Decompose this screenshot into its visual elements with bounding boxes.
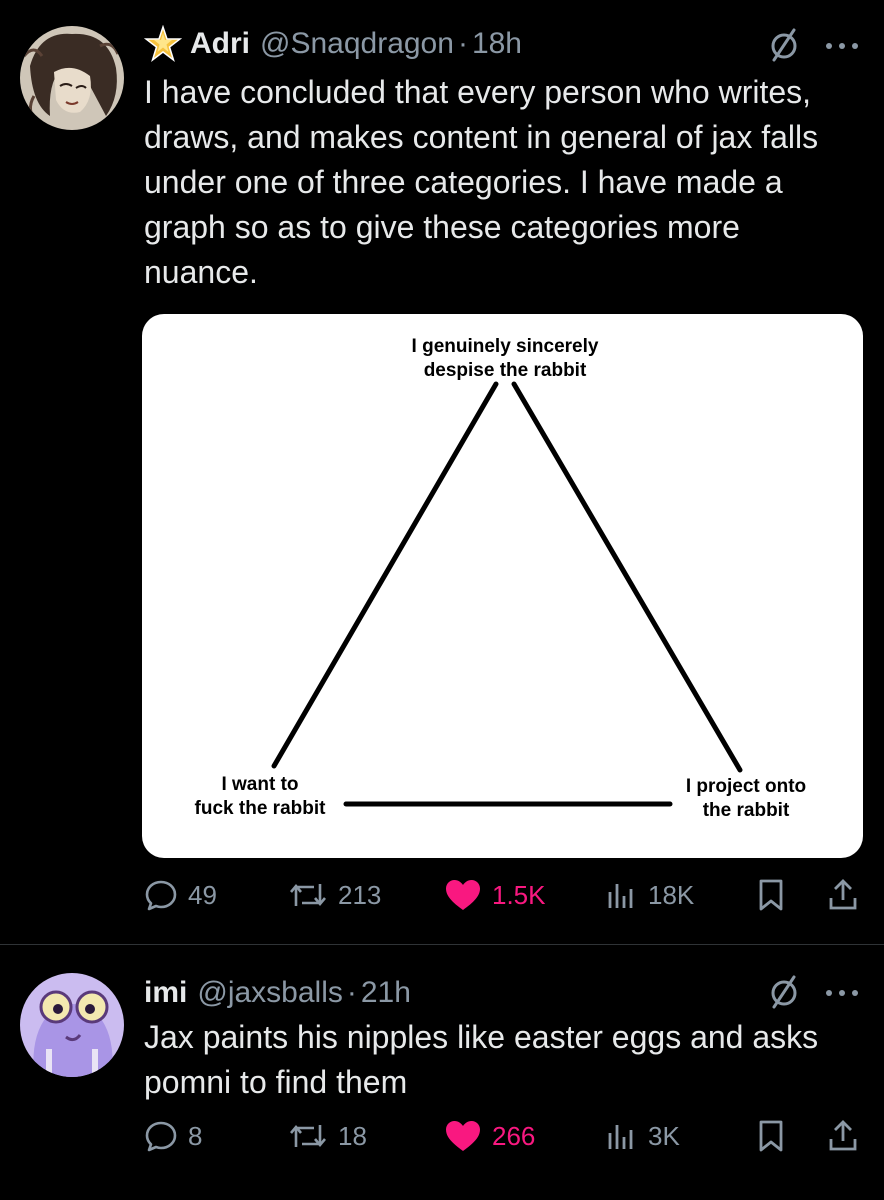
like-button[interactable]: 266 (444, 1119, 535, 1153)
heart-icon (446, 1121, 480, 1151)
bookmark-icon (759, 1120, 783, 1152)
left-label-line1: I want to (221, 774, 298, 795)
bookmark-button[interactable] (756, 1119, 796, 1153)
post-adri: Adri @Snaqdragon · 18h I have concluded … (0, 0, 884, 944)
view-count: 18K (648, 879, 695, 910)
more-dots-icon[interactable] (824, 985, 860, 1003)
author-handle[interactable]: @jaxsballs (197, 976, 343, 1010)
star-badge-icon (143, 24, 183, 63)
repost-button[interactable]: 213 (288, 878, 381, 912)
avatar-adri[interactable] (20, 26, 124, 130)
share-icon (829, 1120, 857, 1151)
separator-dot: · (457, 27, 468, 60)
triangle-left-edge (271, 381, 499, 769)
repost-button[interactable]: 18 (288, 1119, 367, 1153)
author-handle[interactable]: @Snaqdragon (260, 27, 454, 61)
slashed-circle-icon[interactable] (766, 26, 802, 67)
triangle-right-edge (511, 381, 743, 773)
heart-icon (446, 880, 480, 910)
repost-count: 213 (338, 879, 382, 910)
header-icons (766, 973, 860, 1014)
left-label-line2: fuck the rabbit (195, 798, 327, 819)
repost-arrows-icon (290, 1124, 326, 1148)
post-image-triangle-graph[interactable]: I genuinely sincerely despise the rabbit… (142, 314, 863, 858)
like-button[interactable]: 1.5K (444, 878, 546, 912)
post-actions: 49 213 1.5K 18K (144, 878, 864, 922)
author-name[interactable]: Adri (190, 27, 250, 61)
like-count: 1.5K (492, 879, 546, 910)
share-button[interactable] (826, 1119, 870, 1153)
views-bars-icon (608, 884, 633, 908)
more-dots-icon[interactable] (824, 38, 860, 56)
post-header: Adri @Snaqdragon · 18h (143, 22, 522, 66)
reply-bubble-icon (145, 1121, 177, 1152)
header-icons (766, 26, 860, 67)
views-button[interactable]: 3K (604, 1119, 680, 1153)
post-text: Jax paints his nipples like easter eggs … (144, 1019, 819, 1100)
repost-count: 18 (338, 1120, 367, 1151)
like-count: 266 (492, 1120, 536, 1151)
avatar-imi[interactable] (20, 973, 124, 1077)
top-label-line2: despise the rabbit (424, 360, 587, 381)
separator-dot: · (346, 976, 357, 1009)
right-label-line2: the rabbit (703, 800, 790, 821)
bookmark-button[interactable] (756, 878, 796, 912)
post-imi: imi @jaxsballs · 21h Jax paints his nipp… (0, 945, 884, 1200)
repost-arrows-icon (290, 883, 326, 907)
author-name[interactable]: imi (144, 976, 187, 1010)
post-text: I have concluded that every person who w… (144, 74, 819, 290)
top-label-line1: I genuinely sincerely (412, 336, 599, 357)
reply-count: 49 (188, 879, 217, 910)
bookmark-icon (759, 879, 783, 911)
reply-button[interactable]: 49 (144, 878, 217, 912)
post-header: imi @jaxsballs · 21h (144, 971, 411, 1015)
reply-button[interactable]: 8 (144, 1119, 202, 1153)
slashed-circle-icon[interactable] (766, 973, 802, 1014)
share-button[interactable] (826, 878, 870, 912)
reply-count: 8 (188, 1120, 203, 1151)
post-time[interactable]: 18h (472, 27, 522, 61)
right-label-line1: I project onto (686, 776, 806, 797)
views-button[interactable]: 18K (604, 878, 694, 912)
view-count: 3K (648, 1120, 680, 1151)
views-bars-icon (608, 1125, 633, 1149)
post-time[interactable]: 21h (361, 976, 411, 1010)
share-icon (829, 879, 857, 910)
reply-bubble-icon (145, 880, 177, 911)
post-actions: 8 18 266 3K (144, 1119, 864, 1163)
